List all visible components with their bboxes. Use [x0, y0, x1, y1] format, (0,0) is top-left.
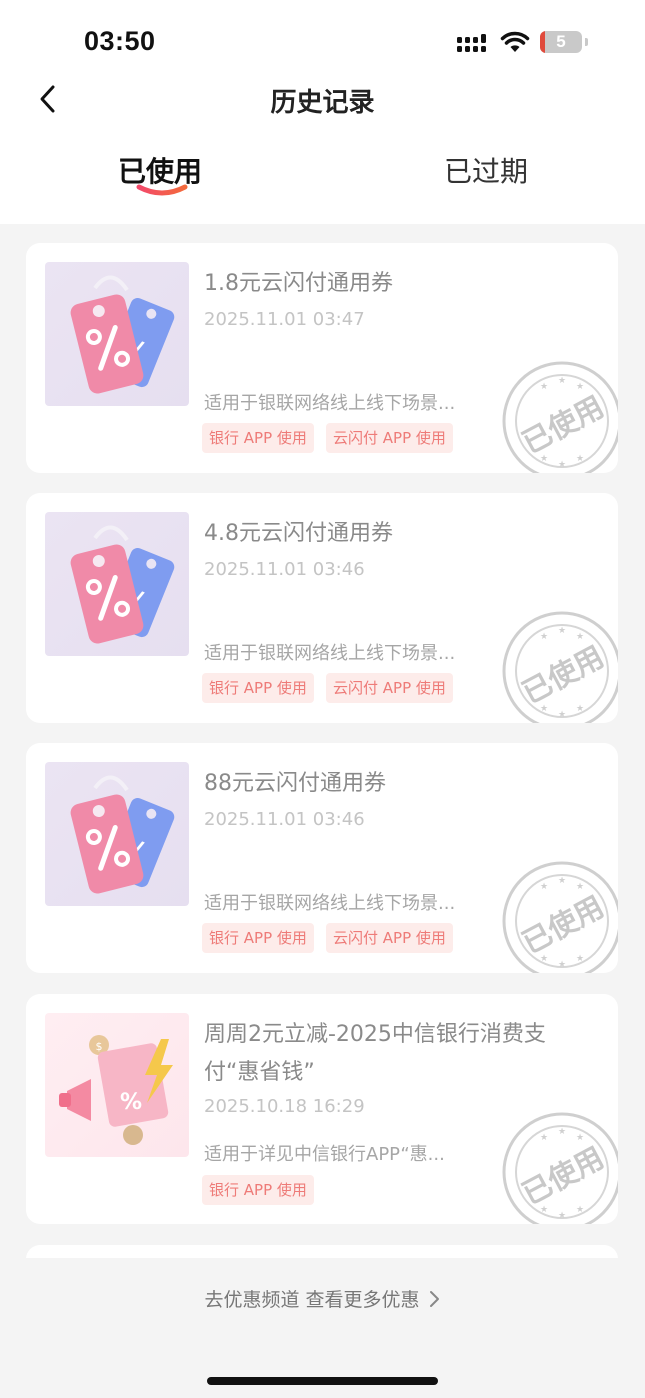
chevron-right-icon — [429, 1291, 439, 1307]
discount-tag-image — [45, 262, 189, 406]
coupon-title: 88元云闪付通用券 — [204, 771, 386, 796]
home-indicator[interactable] — [207, 1377, 438, 1385]
coupon-time: 2025.10.18 16:29 — [204, 1096, 365, 1117]
coupon-title: 1.8元云闪付通用券 — [204, 271, 393, 296]
coupon-tag: 云闪付 APP 使用 — [326, 423, 453, 453]
coupon-description: 适用于银联网络线上线下场景... — [204, 893, 456, 914]
coupon-tag: 银行 APP 使用 — [202, 423, 314, 453]
coupon-tag: 银行 APP 使用 — [202, 923, 314, 953]
active-tab-indicator — [136, 184, 188, 196]
coupon-tag: 银行 APP 使用 — [202, 673, 314, 703]
coupon-description: 适用于详见中信银行APP“惠... — [204, 1144, 445, 1165]
coupon-time: 2025.11.01 03:46 — [204, 559, 365, 580]
battery-cap — [585, 38, 588, 46]
coupon-tag: 银行 APP 使用 — [202, 1175, 314, 1205]
wifi-icon — [500, 31, 530, 52]
battery-level: 5 — [556, 32, 566, 51]
discount-tag-image — [45, 512, 189, 656]
coupon-card[interactable]: 4.8元云闪付通用券 2025.11.01 03:46 适用于银联网络线上线下场… — [26, 493, 618, 723]
coupon-time: 2025.11.01 03:47 — [204, 309, 365, 330]
coupon-tag: 云闪付 APP 使用 — [326, 673, 453, 703]
coupon-card[interactable]: 88元云闪付通用券 2025.11.01 03:46 适用于银联网络线上线下场景… — [26, 743, 618, 973]
page-title: 历史记录 — [270, 88, 375, 118]
discount-tag-image — [45, 762, 189, 906]
used-stamp: 已使用 — [500, 609, 618, 723]
used-stamp: 已使用 — [500, 1110, 618, 1224]
battery-icon: 5 — [540, 31, 582, 53]
coupon-description: 适用于银联网络线上线下场景... — [204, 643, 456, 664]
more-offers-label: 去优惠频道 查看更多优惠 — [204, 1289, 420, 1311]
status-time: 03:50 — [84, 26, 156, 56]
used-stamp: 已使用 — [500, 359, 618, 473]
coupon-card[interactable]: 周周2元立减-2025中信银行消费支付“惠省钱” 2025.10.18 16:2… — [26, 994, 618, 1224]
coupon-time: 2025.11.01 03:46 — [204, 809, 365, 830]
used-stamp: 已使用 — [500, 859, 618, 973]
more-offers-link[interactable]: 去优惠频道 查看更多优惠 — [0, 1285, 645, 1312]
coupon-description: 适用于银联网络线上线下场景... — [204, 393, 456, 414]
promo-megaphone-image — [45, 1013, 189, 1157]
coupon-card[interactable]: 1.8元云闪付通用券 2025.11.01 03:47 适用于银联网络线上线下场… — [26, 243, 618, 473]
coupon-tag: 云闪付 APP 使用 — [326, 923, 453, 953]
coupon-title: 周周2元立减-2025中信银行消费支付“惠省钱” — [204, 1022, 546, 1085]
tab-expired[interactable]: 已过期 — [444, 150, 528, 190]
coupon-title: 4.8元云闪付通用券 — [204, 521, 393, 546]
cellular-signal-icon — [457, 34, 486, 52]
